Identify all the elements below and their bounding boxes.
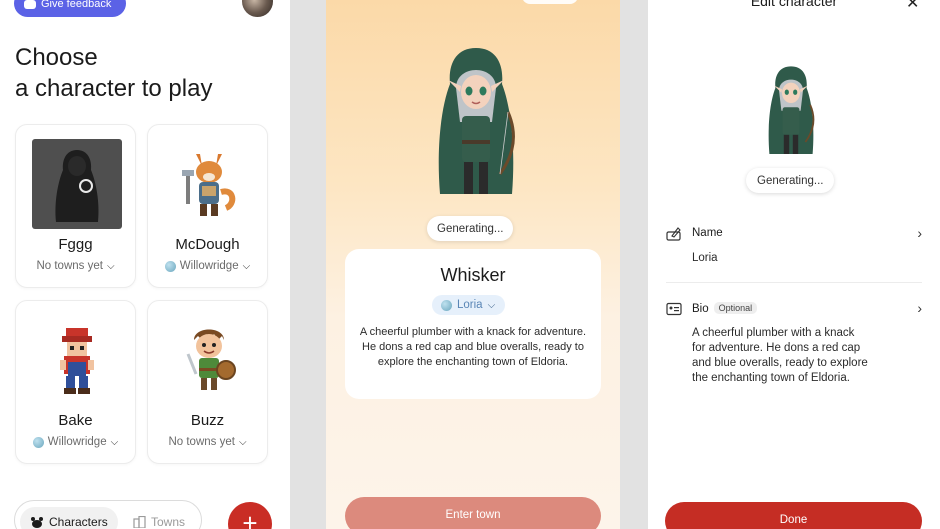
chevron-down-icon: ⌵ [487,299,496,311]
town-label: No towns yet [36,260,103,272]
bio-label-group: Bio Optional [692,302,758,315]
character-portrait-bake [32,315,122,405]
globe-icon [164,260,176,272]
town-label: Willowridge [47,436,107,448]
plus-icon: + [242,508,258,529]
character-card-mcdough[interactable]: McDough Willowridge ⌵ [147,124,268,288]
edit-name-icon [666,227,681,241]
bio-card-icon [666,302,682,316]
bio-line: for adventure. He dons a red cap [692,342,861,354]
done-button[interactable]: Done [665,502,922,529]
enter-town-button[interactable]: Enter town [345,497,601,529]
discord-icon [24,0,36,9]
top-handle [522,0,578,4]
globe-icon [32,436,44,448]
bio-line: A cheerful plumber with a knack [692,327,855,339]
character-detail-screen: Generating... Whisker Loria ⌵ A cheerful… [326,0,620,529]
character-portrait-fggg [32,139,122,229]
character-name: Buzz [190,412,225,429]
chevron-right-icon: › [917,300,922,316]
page-title: Edit character [750,0,838,9]
town-selector[interactable]: No towns yet ⌵ [16,260,135,272]
character-portrait-mcdough [164,139,254,229]
close-icon[interactable]: ✕ [906,0,919,13]
page-title-line-1: Choose [15,44,98,71]
character-portrait-whisker [438,48,515,194]
character-name: McDough [175,236,240,253]
bio-value: A cheerful plumber with a knack for adve… [692,326,868,386]
chevron-down-icon: ⌵ [242,260,251,272]
town-label: Willowridge [179,260,239,272]
divider [666,282,922,283]
bio-line: the enchanting town of Eldoria. [692,372,850,384]
character-card-buzz[interactable]: Buzz No towns yet ⌵ [147,300,268,464]
town-selector[interactable]: Loria ⌵ [432,295,506,315]
name-value: Loria [692,252,718,264]
character-name: Fggg [58,236,93,253]
town-label: Loria [457,299,483,311]
chevron-down-icon: ⌵ [106,260,115,272]
give-feedback-button[interactable]: Give feedback [14,0,126,17]
generating-status: Generating... [746,168,835,193]
chevron-right-icon: › [917,225,922,241]
chevron-down-icon: ⌵ [238,436,247,448]
bio-field[interactable]: Bio Optional › A cheerful plumber with a … [666,300,922,392]
character-bio: A cheerful plumber with a knack for adve… [359,326,587,368]
character-list-screen: Give feedback Choose a character to play… [0,0,290,529]
character-portrait-loria [768,66,815,154]
character-name: Bake [58,412,93,429]
name-field[interactable]: Name › Loria [666,225,922,271]
bio-line: and blue overalls, ready to explore [692,357,868,369]
character-name: Whisker [440,265,506,285]
tab-characters[interactable]: Characters [20,507,118,529]
avatar[interactable] [242,0,273,17]
page-title: Choose a character to play [15,42,285,104]
add-character-button[interactable]: + [228,502,272,529]
bottom-tab-bar: Characters Towns [14,500,202,529]
name-label: Name [692,227,723,239]
chevron-down-icon: ⌵ [110,436,119,448]
character-portrait-buzz [164,315,254,405]
bio-label: Bio [692,303,709,315]
give-feedback-label: Give feedback [41,0,112,10]
generating-status: Generating... [427,216,514,241]
tab-towns-label: Towns [151,515,186,529]
tab-towns[interactable]: Towns [123,507,195,529]
character-info-card: Whisker Loria ⌵ A cheerful plumber with … [345,249,601,399]
character-card-bake[interactable]: Bake Willowridge ⌵ [15,300,136,464]
tab-characters-label: Characters [49,515,108,529]
town-selector[interactable]: Willowridge ⌵ [16,436,135,448]
optional-badge: Optional [713,302,758,314]
paw-icon [31,517,43,528]
town-selector[interactable]: Willowridge ⌵ [148,260,267,272]
town-icon [133,516,146,528]
town-label: No towns yet [168,436,235,448]
globe-icon [441,299,452,311]
page-title-line-2: a character to play [15,75,213,102]
edit-character-screen: Edit character ✕ Generating... Name › Lo… [648,0,940,529]
character-card-fggg[interactable]: Fggg No towns yet ⌵ [15,124,136,288]
town-selector[interactable]: No towns yet ⌵ [148,436,267,448]
